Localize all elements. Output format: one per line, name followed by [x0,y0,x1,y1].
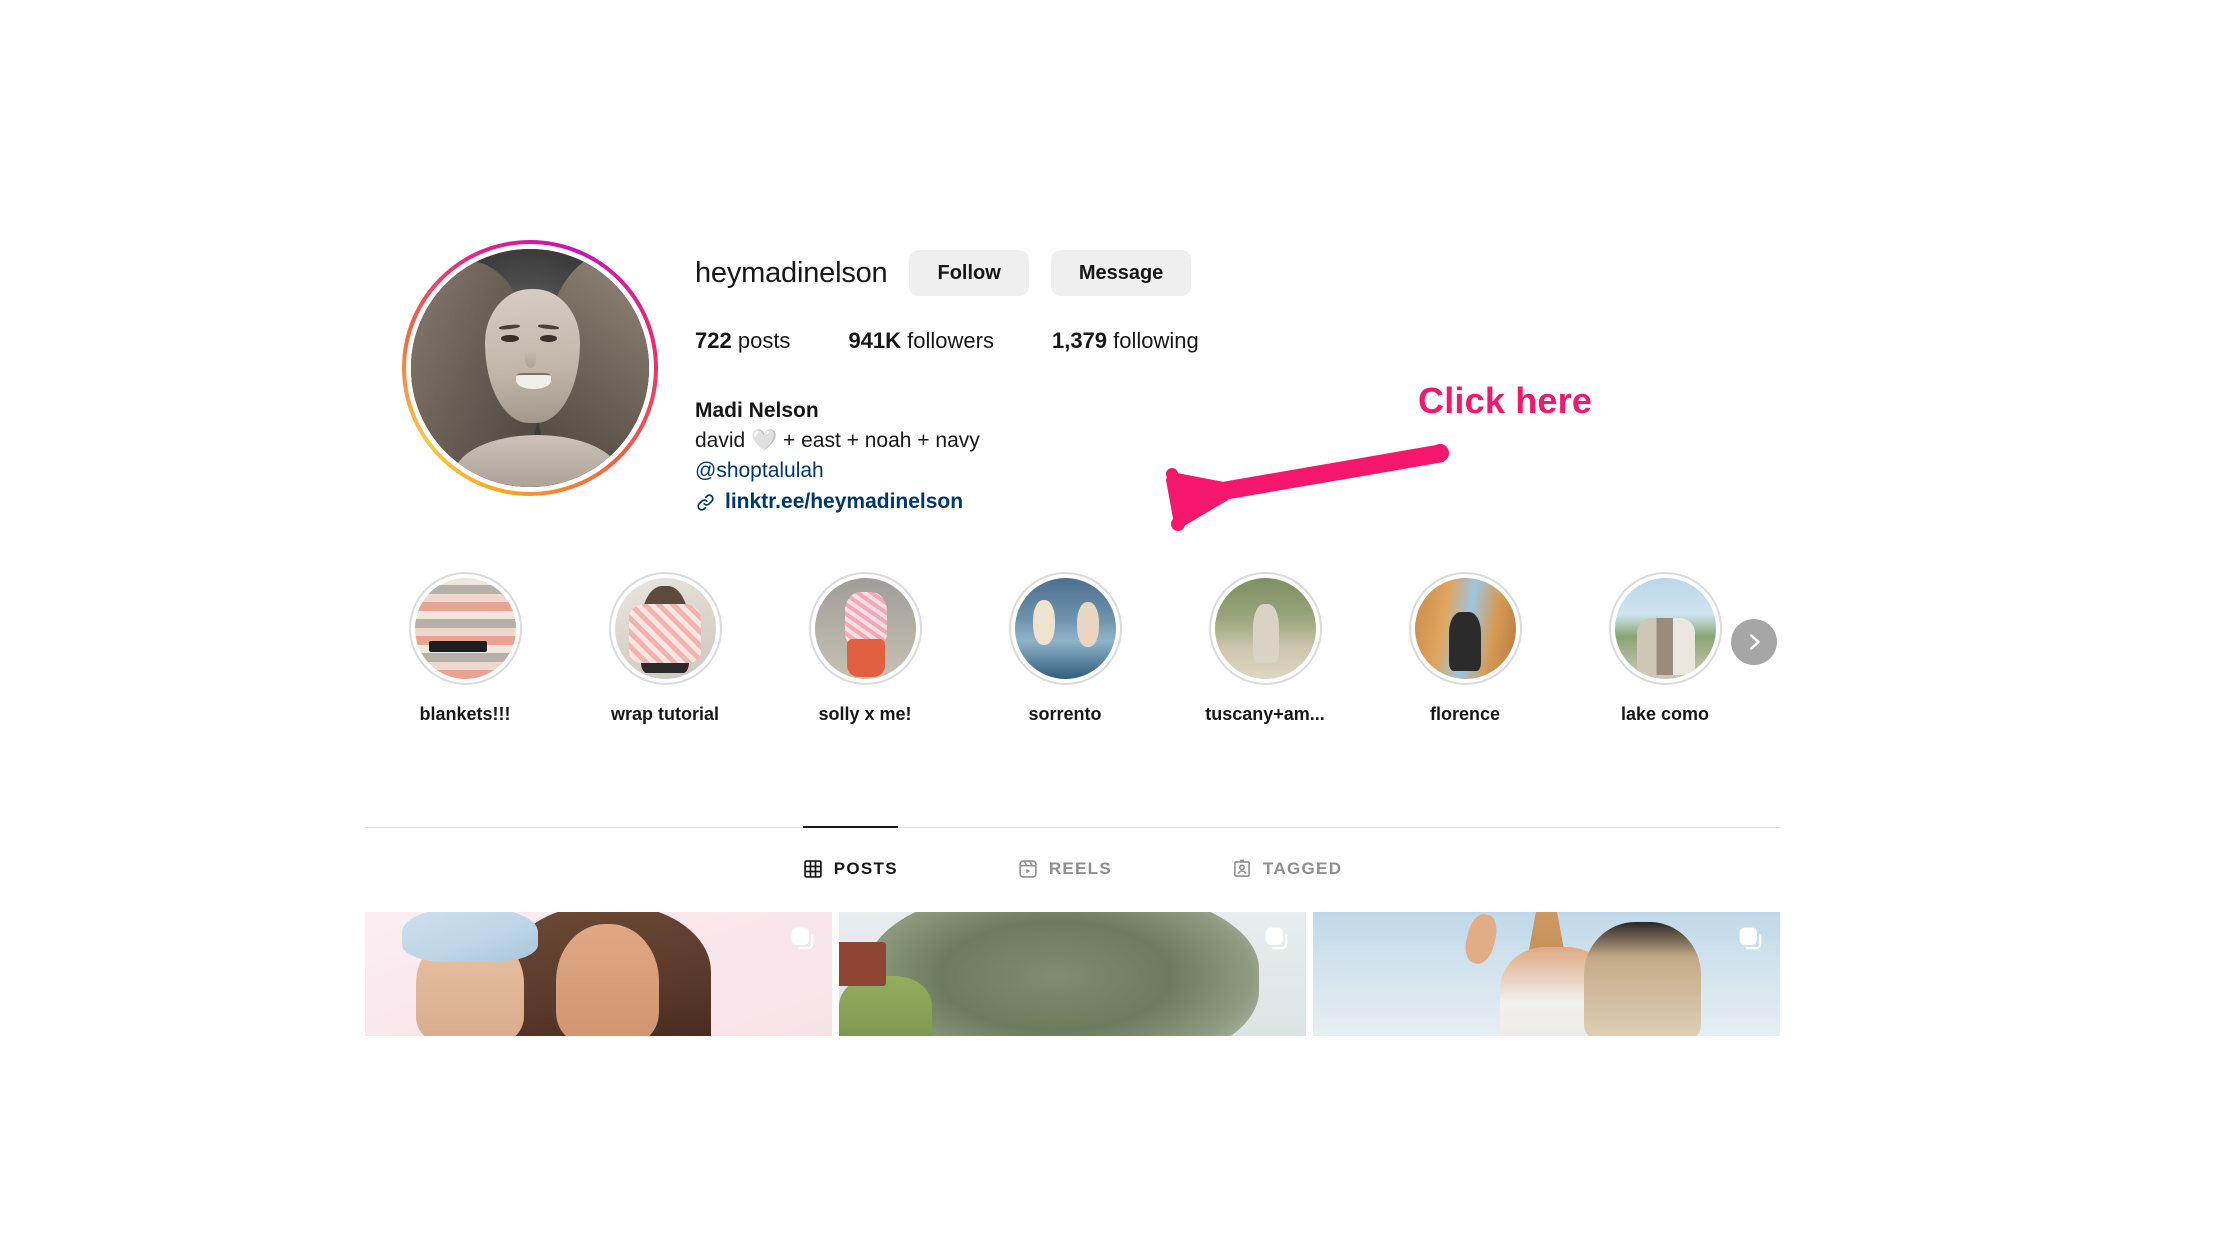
post-eiffel-tower-couple[interactable] [1313,912,1780,1036]
highlight-ring [1008,572,1122,685]
stat-following-label: following [1113,328,1199,353]
carousel-icon [790,926,816,952]
highlight-label: solly x me! [818,704,912,724]
chevron-right-icon[interactable] [1731,619,1777,665]
highlight-thumbnail [1414,578,1516,679]
highlight-label: florence [1429,704,1501,724]
profile-header: heymadinelson Follow Message 722 posts 9… [365,240,1780,517]
avatar-column [365,240,695,496]
highlight-ring [1608,572,1722,685]
reels-icon [1018,859,1038,879]
post-mother-and-baby[interactable] [365,912,832,1036]
stat-followers[interactable]: 941K followers [848,328,994,354]
profile-info-column: heymadinelson Follow Message 722 posts 9… [695,240,1780,517]
stats-row: 722 posts 941K followers 1,379 following [695,328,1780,354]
highlight-label: wrap tutorial [610,704,719,724]
message-button[interactable]: Message [1050,250,1192,296]
highlight-thumbnail [1214,578,1316,679]
stat-posts: 722 posts [695,328,790,354]
bio-family-line: david 🤍 + east + noah + navy [695,428,980,452]
post1-bow [402,912,538,962]
stat-following-value: 1,379 [1051,328,1108,353]
highlight-ring [608,572,722,685]
bio-link-row: linktr.ee/heymadinelson [695,487,1780,517]
carousel-icon [1264,926,1290,952]
tagged-person-icon [1232,859,1252,879]
highlight-ring [808,572,922,685]
tab-tagged-label: TAGGED [1263,859,1343,878]
post3-woman [1583,921,1701,1036]
stat-posts-label: posts [737,328,791,353]
highlight-thumbnail [814,578,916,679]
bio-mention-link[interactable]: @shoptalulah [695,456,1780,486]
highlight-thumbnail [414,578,516,679]
stat-following[interactable]: 1,379 following [1052,328,1199,354]
highlight-item[interactable]: sorrento [965,572,1165,725]
highlight-item[interactable]: florence [1365,572,1565,725]
instagram-profile-page: heymadinelson Follow Message 722 posts 9… [0,0,2240,1260]
bio-external-link[interactable]: linktr.ee/heymadinelson [725,487,963,517]
profile-username: heymadinelson [695,256,888,289]
highlight-label: tuscany+am... [1205,704,1325,724]
tab-posts-label: POSTS [833,859,898,878]
profile-tabs: POSTS REELS TAGGED [365,826,1780,888]
link-chain-icon [695,492,716,513]
avatar-nose [525,351,536,368]
bio-display-name: Madi Nelson [695,399,819,422]
tab-reels[interactable]: REELS [1018,826,1112,888]
stat-followers-value: 941K [848,328,902,353]
tab-reels-label: REELS [1048,859,1113,878]
highlight-item[interactable]: tuscany+am... [1165,572,1365,725]
highlight-item[interactable]: blankets!!! [365,572,565,725]
avatar-inner-border [406,244,654,492]
highlight-label: lake como [1620,704,1710,724]
posts-grid [365,912,1780,1036]
username-row: heymadinelson Follow Message [695,250,1780,296]
stat-followers-label: followers [907,328,994,353]
highlight-item[interactable]: solly x me! [765,572,965,725]
tab-posts[interactable]: POSTS [802,826,898,888]
tab-tagged[interactable]: TAGGED [1232,826,1342,888]
highlight-item[interactable]: wrap tutorial [565,572,765,725]
highlight-label: sorrento [1028,704,1102,724]
highlight-thumbnail [614,578,716,679]
highlight-ring [1408,572,1522,685]
post-olive-tree[interactable] [839,912,1306,1036]
highlight-ring [1208,572,1322,685]
avatar-story-ring[interactable] [402,240,658,496]
post2-roof [839,941,886,987]
profile-bio: Madi Nelson david 🤍 + east + noah + navy… [695,396,1780,517]
carousel-icon [1738,926,1764,952]
highlight-item[interactable]: lake como [1565,572,1777,725]
follow-button[interactable]: Follow [909,250,1029,296]
highlight-label: blankets!!! [419,704,511,724]
highlight-ring [408,572,522,685]
grid-icon [803,859,823,879]
post3-arm [1461,912,1501,967]
story-highlights: blankets!!! wrap tutorial solly x me! so… [365,572,1780,725]
avatar[interactable] [411,249,649,487]
highlight-thumbnail [1014,578,1116,679]
highlight-thumbnail [1614,578,1716,679]
stat-posts-value: 722 [695,328,732,353]
